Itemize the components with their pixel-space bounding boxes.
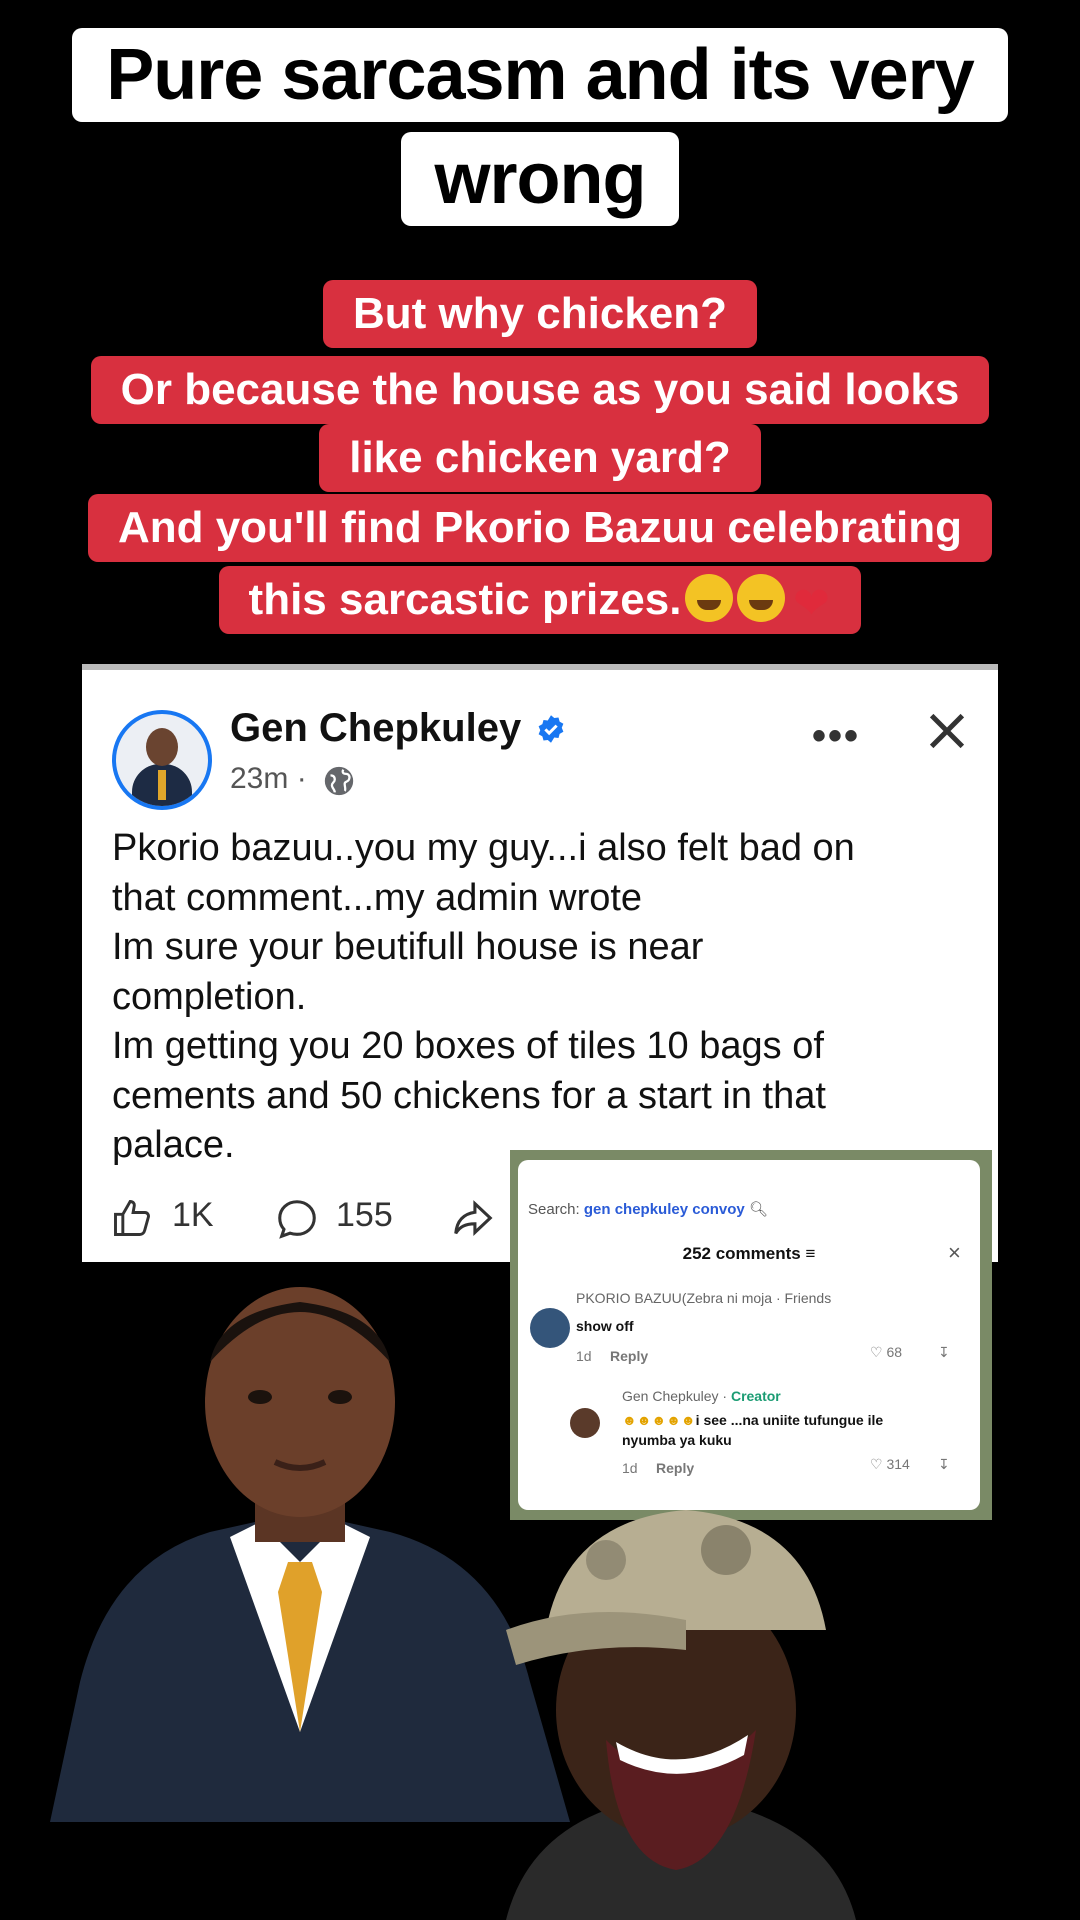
- verified-badge-icon: [538, 715, 564, 743]
- comment-like[interactable]: ♡ 314: [870, 1456, 910, 1473]
- post-body-text: Pkorio bazuu..you my guy...i also felt b…: [112, 827, 855, 1166]
- dislike-icon[interactable]: ↧: [938, 1456, 950, 1473]
- red-caption-line2: Or because the house as you said looks: [0, 356, 1080, 424]
- comment-text: show off: [576, 1318, 634, 1334]
- comment-author-row: Gen Chepkuley · Creator: [622, 1388, 781, 1404]
- search-icon: 🔍︎: [744, 1201, 768, 1218]
- comments-screenshot: Search: gen chepkuley convoy 🔍︎ 252 comm…: [510, 1150, 992, 1520]
- comment-author[interactable]: Gen Chepkuley ·: [622, 1388, 727, 1404]
- heart-icon: ♡: [870, 1456, 883, 1472]
- globe-icon: [324, 766, 354, 796]
- search-query-label[interactable]: Search: gen chepkuley convoy 🔍︎: [528, 1200, 768, 1218]
- close-icon[interactable]: [924, 708, 970, 754]
- comment-avatar[interactable]: [570, 1408, 600, 1438]
- comment-like-count: 68: [886, 1344, 903, 1360]
- comment-time: 1d: [622, 1460, 638, 1476]
- laughing-man-in-cap-photo: [506, 1510, 856, 1920]
- reply-button[interactable]: Reply: [656, 1460, 694, 1476]
- comment-count: 155: [336, 1196, 393, 1234]
- sweat-smile-emoji-icon: [685, 574, 734, 622]
- comments-count-text: 252 comments: [682, 1244, 801, 1263]
- dislike-icon[interactable]: ↧: [938, 1344, 950, 1361]
- like-count: 1K: [172, 1196, 214, 1234]
- close-comments-icon[interactable]: ×: [948, 1240, 961, 1266]
- laughing-emoji-icon: ☻☻☻☻☻: [622, 1412, 696, 1428]
- red-caption-line3: like chicken yard?: [0, 424, 1080, 492]
- caption-title-line1: Pure sarcasm and its very: [0, 28, 1080, 122]
- poster-name[interactable]: Gen Chepkuley: [230, 706, 521, 751]
- red-caption-wrap5: this sarcastic prizes. ❤: [218, 566, 862, 634]
- comment-author-row: PKORIO BAZUU(Zebra ni moja · Friends: [576, 1290, 831, 1306]
- more-options-icon[interactable]: •••: [812, 714, 860, 759]
- comment-text: ☻☻☻☻☻i see ...na uniite tufungue ile nyu…: [622, 1410, 922, 1450]
- red-caption-text3: like chicken yard?: [319, 424, 761, 492]
- post-timestamp: 23m ·: [230, 762, 307, 795]
- red-caption-line1: But why chicken?: [0, 280, 1080, 348]
- search-query-text: gen chepkuley convoy: [583, 1201, 745, 1218]
- comments-panel: Search: gen chepkuley convoy 🔍︎ 252 comm…: [518, 1160, 980, 1510]
- reply-button[interactable]: Reply: [610, 1348, 648, 1364]
- like-icon[interactable]: [110, 1196, 154, 1240]
- broken-heart-emoji-icon: ❤: [793, 579, 830, 628]
- comment-like-count: 314: [886, 1456, 910, 1472]
- comment-like[interactable]: ♡ 68: [870, 1344, 902, 1361]
- red-caption-line5: this sarcastic prizes. ❤: [0, 566, 1080, 634]
- comment-author-suffix: · Friends: [775, 1290, 832, 1306]
- red-caption-line4: And you'll find Pkorio Bazuu celebrating: [0, 494, 1080, 562]
- caption-title-text2: wrong: [400, 132, 680, 226]
- caption-title-line2: wrong: [0, 132, 1080, 226]
- red-caption-text5: this sarcastic prizes.: [248, 575, 682, 624]
- avatar-tie-shape: [158, 770, 166, 800]
- share-icon[interactable]: [450, 1196, 496, 1242]
- comment-author[interactable]: PKORIO BAZUU(Zebra ni moja: [576, 1290, 772, 1306]
- search-prefix: Search:: [528, 1201, 580, 1218]
- sweat-smile-emoji-icon: [737, 574, 786, 622]
- comment-icon[interactable]: [274, 1196, 320, 1242]
- avatar[interactable]: [112, 710, 212, 810]
- comments-count-header[interactable]: 252 comments ≡: [518, 1244, 980, 1264]
- red-caption-text1: But why chicken?: [322, 280, 758, 348]
- avatar-face-shape: [146, 728, 178, 766]
- caption-title-text1: Pure sarcasm and its very: [72, 28, 1008, 122]
- comment-time: 1d: [576, 1348, 592, 1364]
- red-caption-text2: Or because the house as you said looks: [90, 356, 990, 424]
- red-caption-text4: And you'll find Pkorio Bazuu celebrating: [87, 494, 993, 562]
- heart-icon: ♡: [870, 1344, 883, 1360]
- filter-icon: ≡: [805, 1244, 816, 1263]
- creator-badge: Creator: [730, 1388, 781, 1404]
